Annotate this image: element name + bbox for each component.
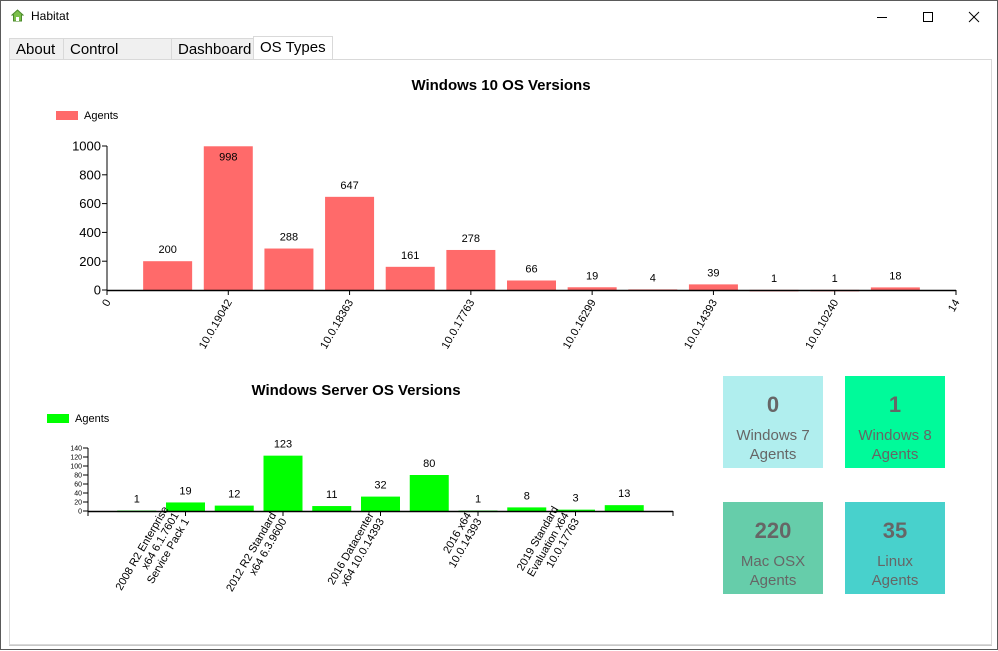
- y-tick-label: 20: [74, 499, 82, 506]
- data-label: 18: [889, 270, 901, 282]
- data-label: 3: [572, 493, 578, 505]
- legend-label: Agents: [75, 413, 110, 425]
- tile-label: Windows 8 Agents: [858, 427, 932, 463]
- data-label: 32: [374, 480, 386, 492]
- tile-label: Linux Agents: [871, 553, 919, 589]
- tile-macosx-agents: 220 Mac OSX Agents: [723, 502, 823, 594]
- tile-windows8-agents: 1 Windows 8 Agents: [845, 376, 945, 468]
- bar: [166, 502, 205, 511]
- data-label: 19: [179, 485, 191, 497]
- x-tick-label: 14: [946, 298, 963, 315]
- tile-count: 220: [754, 518, 792, 543]
- bar: [263, 455, 303, 511]
- bar: [507, 507, 547, 511]
- bar: [214, 505, 254, 511]
- bar: [312, 506, 352, 511]
- data-label: 1: [134, 494, 140, 506]
- app-window: Habitat About Control Center Dashboard O…: [0, 0, 998, 650]
- server-chart: Agents 1 19 12 123 11 32 80 1 8 3 13 0 20 40 60 80 100 120…: [47, 413, 674, 594]
- x-tick-label: 2016 Datacenterx64 10.0.14393: [326, 510, 387, 588]
- x-tick-label: 2008 R2 Enterprisex64 6.1.7601Service Pa…: [114, 505, 193, 593]
- x-tick-label: 2012 R2 Standardx64 6.3.9600: [224, 511, 289, 594]
- x-tick-label: 2016 x6410.0.14393: [441, 511, 484, 571]
- data-label: 39: [707, 267, 719, 279]
- tile-linux-agents: 35 Linux Agents: [845, 502, 945, 594]
- x-tick-label: 2019 StandardEvaluation x6410.0.17763: [515, 505, 582, 580]
- x-tick-label: 10.0.10240: [803, 298, 841, 352]
- bar: [361, 496, 400, 511]
- data-label: 11: [326, 489, 337, 501]
- y-tick-label: 140: [70, 445, 82, 452]
- data-label: 1: [771, 273, 777, 285]
- y-tick-label: 0: [78, 508, 82, 515]
- data-label: 80: [423, 458, 435, 470]
- tile-count: 35: [882, 518, 908, 543]
- data-label: 8: [524, 490, 530, 502]
- tile-count: 1: [888, 392, 902, 417]
- bar: [409, 475, 449, 511]
- bar: [604, 505, 644, 511]
- tile-label: Windows 7 Agents: [736, 427, 810, 463]
- y-tick-label: 80: [74, 472, 82, 479]
- tile-count: 0: [766, 392, 780, 417]
- data-label: 12: [228, 489, 240, 501]
- y-tick-label: 40: [74, 490, 82, 497]
- bar: [870, 287, 920, 290]
- tile-label: Mac OSX Agents: [740, 553, 806, 589]
- y-tick-label: 100: [70, 463, 82, 470]
- data-label: 123: [274, 439, 292, 451]
- legend-swatch: [47, 414, 69, 423]
- data-label: 1: [832, 273, 838, 285]
- data-label: 13: [618, 488, 630, 500]
- y-tick-label: 60: [74, 481, 82, 488]
- tile-windows7-agents: 0 Windows 7 Agents: [723, 376, 823, 468]
- y-tick-label: 120: [70, 454, 82, 461]
- data-label: 1: [475, 494, 481, 506]
